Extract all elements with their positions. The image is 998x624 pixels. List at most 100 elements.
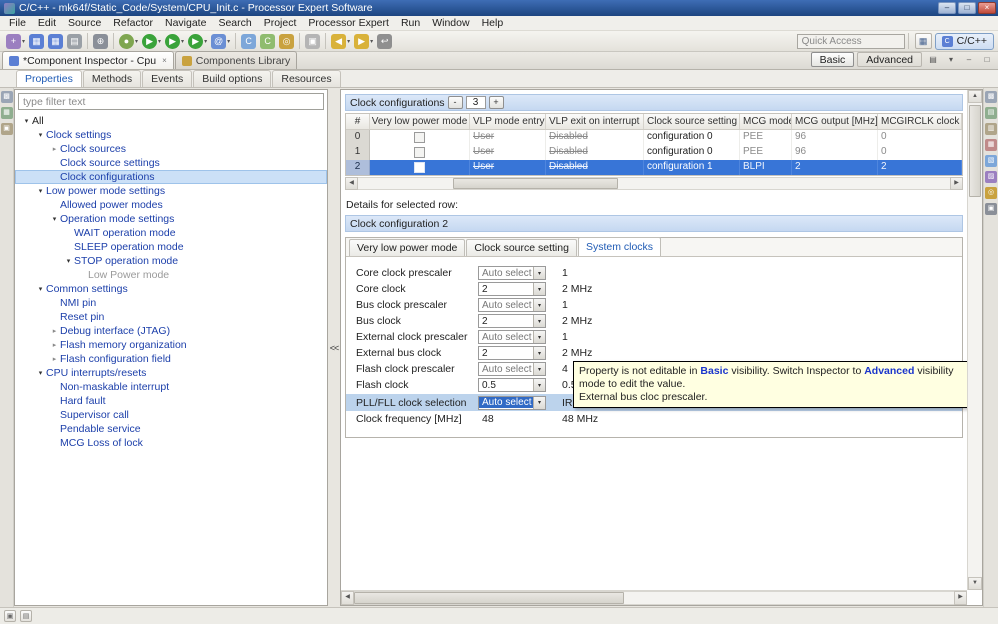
restore-left-panel-icon[interactable]: ▩ xyxy=(0,91,13,103)
scroll-left-icon[interactable]: ◀ xyxy=(341,591,354,605)
collapsed-arrow-icon[interactable]: ▸ xyxy=(49,145,60,153)
tree-item-non-maskable-interrupt[interactable]: Non-maskable interrupt xyxy=(15,380,327,394)
advanced-visibility-button[interactable]: Advanced xyxy=(857,52,922,67)
dropdown-arrow-icon[interactable]: ▾ xyxy=(227,38,230,45)
editor-tab-components-library[interactable]: Components Library xyxy=(174,51,298,69)
config-row-0[interactable]: 0 User Disabled configuration 0 PEE 96 0 xyxy=(346,130,962,145)
dropdown-arrow-icon[interactable]: ▾ xyxy=(22,38,25,45)
menu-source[interactable]: Source xyxy=(62,16,107,30)
chevron-down-icon[interactable]: ▾ xyxy=(533,331,545,343)
expanded-arrow-icon[interactable]: ▾ xyxy=(21,117,32,125)
chevron-down-icon[interactable]: ▾ xyxy=(533,299,545,311)
tree-item-clock-settings[interactable]: ▾ Clock settings xyxy=(15,128,327,142)
dropdown-arrow-icon[interactable]: ▾ xyxy=(181,38,184,45)
tree-item-reset-pin[interactable]: Reset pin xyxy=(15,310,327,324)
fast-view-icon[interactable]: ▣ xyxy=(4,610,16,622)
core-clock-prescaler-combo[interactable]: Auto select ▾ xyxy=(478,266,546,280)
config-row-1[interactable]: 1 User Disabled configuration 0 PEE 96 0 xyxy=(346,145,962,160)
expanded-arrow-icon[interactable]: ▾ xyxy=(35,369,46,377)
editor-tab-component-inspector-cpu[interactable]: *Component Inspector - Cpu × xyxy=(2,51,174,69)
minimize-button[interactable]: – xyxy=(938,2,956,14)
column-header-vlp-exit-on-interrupt[interactable]: VLP exit on interrupt xyxy=(546,114,644,129)
remove-configuration-button[interactable]: - xyxy=(447,96,463,109)
last-edit-location-button[interactable]: ↩ xyxy=(375,33,394,50)
menu-run[interactable]: Run xyxy=(395,16,426,30)
new-c-file-button[interactable]: C xyxy=(239,33,258,50)
scroll-right-icon[interactable]: ▶ xyxy=(950,177,963,190)
console-button[interactable]: @ ▾ xyxy=(209,33,232,50)
expanded-arrow-icon[interactable]: ▾ xyxy=(49,215,60,223)
expanded-arrow-icon[interactable]: ▾ xyxy=(63,257,74,265)
menu-project[interactable]: Project xyxy=(258,16,303,30)
tree-item-debug-interface-jtag[interactable]: ▸ Debug interface (JTAG) xyxy=(15,324,327,338)
tree-item-stop-operation-mode[interactable]: ▾ STOP operation mode xyxy=(15,254,327,268)
column-header-mcg-output-mhz[interactable]: MCG output [MHz] xyxy=(792,114,878,129)
tree-filter-input[interactable] xyxy=(18,93,324,110)
tree-item-allowed-power-modes[interactable]: Allowed power modes xyxy=(15,198,327,212)
tree-item-low-power-mode[interactable]: Low Power mode xyxy=(15,268,327,282)
vertical-scroll-thumb[interactable] xyxy=(969,105,981,197)
tree-item-hard-fault[interactable]: Hard fault xyxy=(15,394,327,408)
scroll-thumb[interactable] xyxy=(452,178,619,189)
table-horizontal-scrollbar[interactable]: ◀ ▶ xyxy=(345,177,963,190)
profile-button[interactable]: ▶ ▾ xyxy=(163,33,186,50)
flash-clock-prescaler-combo[interactable]: Auto select ▾ xyxy=(478,362,546,376)
tree-item-supervisor-call[interactable]: Supervisor call xyxy=(15,408,327,422)
search-view-icon[interactable]: ◎ xyxy=(985,187,997,199)
external-tools-button[interactable]: ▶ ▾ xyxy=(186,33,209,50)
tree-item-mcg-loss-of-lock[interactable]: MCG Loss of lock xyxy=(15,436,327,450)
column-header-clock-source-setting[interactable]: Clock source setting xyxy=(644,114,740,129)
print-button[interactable]: ▤ xyxy=(65,33,84,50)
basic-visibility-button[interactable]: Basic xyxy=(810,52,855,67)
collapse-panel-button[interactable]: << xyxy=(330,343,339,353)
detail-horizontal-scrollbar[interactable]: ◀ ▶ xyxy=(341,590,967,605)
tree-item-pendable-service[interactable]: Pendable service xyxy=(15,422,327,436)
tree-item-all[interactable]: ▾ All xyxy=(15,114,327,128)
menu-help[interactable]: Help xyxy=(476,16,510,30)
tab-events[interactable]: Events xyxy=(142,70,193,87)
debug-button[interactable]: ● ▾ xyxy=(117,33,140,50)
new-wizard-button[interactable]: + ▾ xyxy=(4,33,27,50)
new-class-button[interactable]: C xyxy=(258,33,277,50)
tree-item-common-settings[interactable]: ▾ Common settings xyxy=(15,282,327,296)
tab-methods[interactable]: Methods xyxy=(82,70,142,87)
very-low-power-checkbox[interactable] xyxy=(414,132,425,143)
dropdown-arrow-icon[interactable]: ▾ xyxy=(135,38,138,45)
tree-item-clock-configurations[interactable]: Clock configurations xyxy=(15,170,327,184)
search-button[interactable]: ◎ xyxy=(277,33,296,50)
forward-button[interactable]: ▶ ▾ xyxy=(352,33,375,50)
scroll-down-icon[interactable]: ▼ xyxy=(968,577,982,590)
column-header-vlp-mode-entry[interactable]: VLP mode entry xyxy=(470,114,546,129)
maximize-button[interactable]: □ xyxy=(958,2,976,14)
build-button[interactable]: ⊕ xyxy=(91,33,110,50)
scroll-left-icon[interactable]: ◀ xyxy=(345,177,358,190)
tree-item-nmi-pin[interactable]: NMI pin xyxy=(15,296,327,310)
menu-edit[interactable]: Edit xyxy=(32,16,62,30)
open-perspective-button[interactable]: ▦ xyxy=(914,33,932,49)
tasks-view-icon[interactable]: ▨ xyxy=(985,171,997,183)
menu-window[interactable]: Window xyxy=(426,16,475,30)
save-button[interactable]: ▦ xyxy=(27,33,46,50)
add-configuration-button[interactable]: + xyxy=(488,96,504,109)
flash-clock-combo[interactable]: 0.5 ▾ xyxy=(478,378,546,392)
very-low-power-checkbox[interactable] xyxy=(414,147,425,158)
expanded-arrow-icon[interactable]: ▾ xyxy=(35,285,46,293)
expand-all-icon[interactable]: ▣ xyxy=(0,123,13,135)
minimize-view-icon[interactable]: – xyxy=(962,53,976,67)
run-button[interactable]: ▶ ▾ xyxy=(140,33,163,50)
build-view-icon[interactable]: ▥ xyxy=(985,123,997,135)
config-row-2[interactable]: 2 User Disabled configuration 1 BLPI 2 2 xyxy=(346,160,962,175)
panel-splitter[interactable]: << xyxy=(328,88,340,607)
scroll-right-icon[interactable]: ▶ xyxy=(954,591,967,605)
tab-properties[interactable]: Properties xyxy=(16,70,82,87)
pll-fll-clock-selection-combo[interactable]: Auto select ▾ xyxy=(478,395,546,410)
tree-item-wait-operation-mode[interactable]: WAIT operation mode xyxy=(15,226,327,240)
menu-navigate[interactable]: Navigate xyxy=(159,16,212,30)
dropdown-arrow-icon[interactable]: ▾ xyxy=(370,38,373,45)
column-header-mcgirclk-clock-mhz[interactable]: MCGIRCLK clock [MHz] xyxy=(878,114,962,129)
tree-item-operation-mode-settings[interactable]: ▾ Operation mode settings xyxy=(15,212,327,226)
scroll-thumb[interactable] xyxy=(354,592,624,604)
tree-item-cpu-interrupts-resets[interactable]: ▾ CPU interrupts/resets xyxy=(15,366,327,380)
bus-clock-prescaler-combo[interactable]: Auto select ▾ xyxy=(478,298,546,312)
scroll-track[interactable] xyxy=(354,591,954,605)
